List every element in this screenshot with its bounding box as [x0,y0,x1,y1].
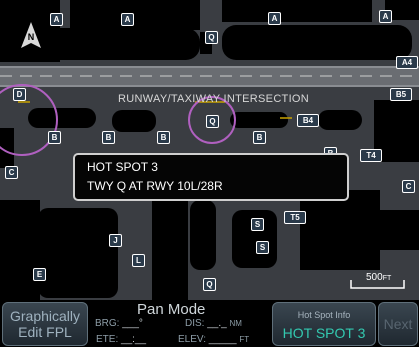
map-scale-value: 500 [366,272,383,283]
taxiway-label-b: B [157,131,170,144]
moving-map-screen: N A A A A Q A4 D B5 Q B4 B B B B B T4 C … [0,0,419,347]
taxiway-label-a: A [268,12,281,25]
hot-spot-popup[interactable]: HOT SPOT 3 TWY Q AT RWY 10L/28R [73,153,349,201]
map-scale-label: 500FT [366,272,391,283]
brg-label: BRG: [95,318,120,329]
elev-field: ELEV: _____ FT [178,334,249,345]
taxiway-label-e: E [33,268,46,281]
elev-label: ELEV: [178,334,206,345]
ete-value: __:__ [121,334,147,345]
taxiway-label-t5: T5 [284,211,306,224]
runway-taxiway-intersection-label: RUNWAY/TAXIWAY INTERSECTION [118,93,310,105]
dis-field: DIS: __._ NM [185,318,242,329]
taxiway-label-c: C [402,180,415,193]
north-label: N [28,32,35,42]
hot-spot-popup-detail: TWY Q AT RWY 10L/28R [87,179,223,193]
map-scale-unit: FT [382,275,392,282]
north-arrow-icon[interactable]: N [18,20,44,57]
taxiway-label-q: Q [206,115,219,128]
elev-unit: FT [239,335,250,344]
taxiway-label-l: L [132,254,145,267]
next-button[interactable]: Next [378,302,418,346]
taxiway-label-a4: A4 [396,56,418,69]
taxiway-label-s: S [256,241,269,254]
hot-spot-info-button[interactable]: Hot Spot Info HOT SPOT 3 [272,302,376,346]
taxiway-label-a: A [379,10,392,23]
taxiway-label-a: A [121,13,134,26]
taxiway-label-t4: T4 [360,149,382,162]
taxiway-label-q: Q [205,31,218,44]
pan-mode-title: Pan Mode [137,301,206,318]
edit-fpl-line1: Graphically [9,308,81,324]
next-label: Next [383,316,413,332]
taxiway-label-b: B [253,131,266,144]
hot-spot-popup-title: HOT SPOT 3 [87,160,158,174]
taxiway-label-j: J [109,234,122,247]
runway-10l-28r [0,66,419,87]
taxiway-label-d: D [13,88,26,101]
hot-spot-info-caption: Hot Spot Info [297,309,351,320]
edit-fpl-line2: Edit FPL [18,324,72,340]
hot-spot-info-value: HOT SPOT 3 [282,324,366,341]
elev-value: _____ [208,334,237,345]
taxiway-label-b4: B4 [297,114,319,127]
taxiway-label-s: S [251,218,264,231]
dis-unit: NM [229,319,242,328]
taxiway-label-b5: B5 [390,88,412,101]
taxiway-label-b: B [48,131,61,144]
dis-label: DIS: [185,318,205,329]
taxiway-label-a: A [50,13,63,26]
taxiway-label-q: Q [203,278,216,291]
taxiway-label-c: C [5,166,18,179]
ete-label: ETE: [96,334,119,345]
airport-map[interactable] [0,0,419,300]
ete-field: ETE: __:__ [96,334,146,345]
taxiway-label-b: B [102,131,115,144]
dis-value: __._ [207,318,227,329]
brg-value: ___° [122,318,143,329]
graphically-edit-fpl-button[interactable]: Graphically Edit FPL [2,302,88,346]
brg-field: BRG: ___° [95,318,143,329]
